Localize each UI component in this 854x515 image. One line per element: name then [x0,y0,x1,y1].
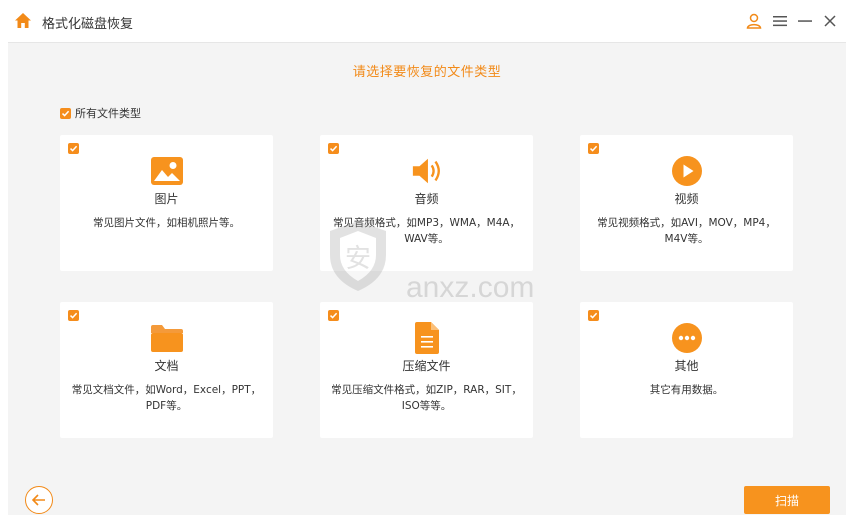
close-icon[interactable] [820,11,840,31]
file-type-card-video[interactable]: 视频 常见视频格式，如AVI，MOV，MP4，M4V等。 [580,135,793,271]
card-checkbox[interactable] [588,143,599,154]
more-icon [671,322,703,354]
all-file-types-checkbox[interactable]: 所有文件类型 [60,105,141,121]
all-file-types-label: 所有文件类型 [75,107,141,120]
title-bar: 格式化磁盘恢复 [0,0,854,42]
menu-icon[interactable] [770,11,790,31]
video-play-icon [671,155,703,187]
user-icon[interactable] [744,11,764,31]
card-description: 常见图片文件，如相机照片等。 [93,217,240,229]
window-title: 格式化磁盘恢复 [42,17,134,32]
svg-text:安: 安 [345,244,371,274]
card-description: 常见压缩文件格式，如ZIP，RAR，SIT，ISO等等。 [331,384,522,412]
archive-file-icon [411,322,443,354]
page-heading: 请选择要恢复的文件类型 [352,65,502,80]
arrow-left-icon [32,494,45,506]
watermark-text: anxz.com [406,271,535,304]
card-description: 其它有用数据。 [649,384,724,396]
watermark-shield-icon: 安 [330,221,386,291]
home-icon[interactable] [14,12,32,30]
card-checkbox[interactable] [68,310,79,321]
card-checkbox[interactable] [588,310,599,321]
image-icon [150,155,183,187]
minimize-icon[interactable] [795,11,815,31]
card-title: 其他 [674,359,699,373]
file-type-card-other[interactable]: 其他 其它有用数据。 [580,302,793,438]
card-title: 文档 [154,359,179,373]
checkbox-checked-icon [60,107,71,119]
audio-icon [411,155,443,187]
watermark: 安 anxz.com [318,213,548,323]
card-title: 图片 [154,192,179,206]
scan-button[interactable]: 扫描 [744,486,830,514]
folder-icon [150,322,183,354]
card-title: 视频 [674,192,699,206]
card-checkbox[interactable] [68,143,79,154]
file-type-card-images[interactable]: 图片 常见图片文件，如相机照片等。 [60,135,273,271]
card-description: 常见视频格式，如AVI，MOV，MP4，M4V等。 [597,217,776,245]
card-title: 音频 [414,192,439,206]
back-button[interactable] [25,486,53,514]
card-title: 压缩文件 [402,359,451,373]
file-type-card-documents[interactable]: 文档 常见文档文件，如Word，Excel，PPT，PDF等。 [60,302,273,438]
card-checkbox[interactable] [328,143,339,154]
main-panel: 请选择要恢复的文件类型 所有文件类型 图片 常见图片文件，如相机照片等。 音频 … [8,42,846,515]
card-description: 常见文档文件，如Word，Excel，PPT，PDF等。 [71,384,262,412]
